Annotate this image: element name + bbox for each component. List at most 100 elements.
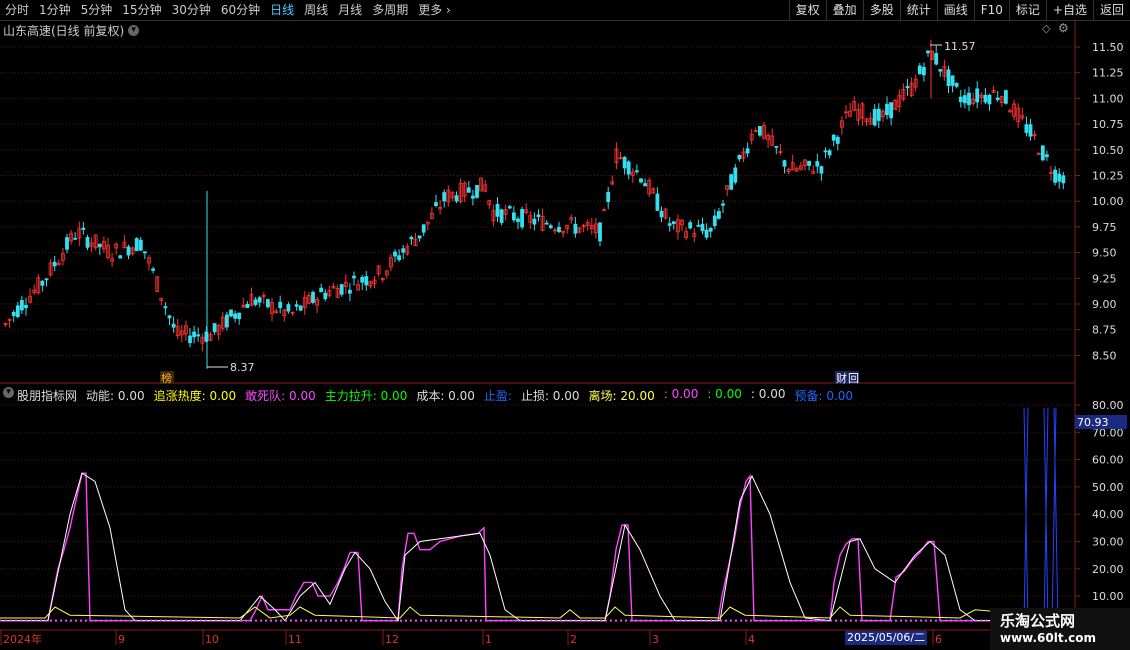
- candle: [807, 160, 811, 171]
- candle: [11, 310, 16, 323]
- candle: [991, 85, 996, 94]
- candle: [753, 127, 758, 133]
- indicator-current-value: 70.93: [1077, 416, 1109, 429]
- candle: [610, 175, 615, 186]
- bang-tag: 榜: [161, 371, 172, 385]
- indicator-tick-label: 20.00: [1092, 563, 1124, 576]
- candle: [290, 311, 295, 316]
- candle: [163, 302, 168, 316]
- cai-tag: 财: [836, 371, 847, 385]
- date-tick-label: 2024年: [3, 632, 42, 646]
- candle: [872, 103, 877, 127]
- indicator-field-0: 动能: 0.00: [86, 389, 145, 403]
- candle: [393, 249, 397, 263]
- candle: [532, 212, 537, 231]
- indicator-field-2: 敢死队: 0.00: [245, 389, 316, 403]
- candle: [811, 165, 816, 175]
- candle: [196, 327, 201, 342]
- date-tick-label: 3: [652, 633, 659, 646]
- candle: [265, 298, 270, 309]
- candle: [397, 249, 402, 262]
- candle: [548, 223, 553, 230]
- candle: [339, 283, 344, 297]
- candle: [487, 199, 492, 209]
- candle: [823, 147, 828, 159]
- candle: [188, 327, 192, 348]
- indicator-field-5: 止盈:: [483, 389, 512, 403]
- candle: [901, 83, 906, 102]
- candle: [1008, 108, 1012, 113]
- indicator-field-1: 追涨热度: 0.00: [153, 389, 237, 403]
- candle: [425, 221, 430, 231]
- candle: [126, 244, 131, 260]
- candle: [327, 285, 332, 298]
- candle: [183, 320, 188, 341]
- candle: [261, 292, 266, 305]
- candle: [122, 235, 127, 249]
- candle: [840, 116, 844, 135]
- candle: [708, 227, 713, 238]
- candle: [667, 217, 672, 232]
- candle: [212, 323, 217, 335]
- candle: [130, 246, 135, 256]
- candle: [278, 295, 283, 314]
- date-tick-label: 11: [288, 633, 302, 646]
- candle: [40, 279, 45, 292]
- candle: [512, 206, 516, 223]
- date-tick-label: 12: [385, 633, 399, 646]
- candle: [376, 265, 381, 277]
- candle: [729, 173, 734, 190]
- candle: [28, 288, 33, 304]
- candle: [368, 280, 373, 289]
- spike-bar: [1053, 407, 1059, 624]
- candle: [138, 236, 143, 252]
- candle: [229, 309, 233, 318]
- candle: [311, 290, 315, 305]
- candle: [598, 222, 602, 247]
- candle: [356, 279, 361, 291]
- candle: [69, 230, 73, 245]
- candle: [544, 219, 549, 225]
- price-tick-label: 9.25: [1092, 272, 1117, 285]
- candle: [995, 91, 1000, 102]
- candle: [388, 253, 393, 272]
- candle: [151, 266, 156, 274]
- candle: [528, 211, 533, 230]
- candle: [639, 177, 643, 184]
- indicator-dropdown-icon[interactable]: ▾: [3, 387, 14, 398]
- candle: [24, 297, 28, 316]
- date-tick-label: 4: [748, 633, 755, 646]
- candle: [483, 179, 488, 193]
- high-price-label: 11.57: [944, 40, 976, 53]
- candle: [770, 128, 775, 147]
- candle: [717, 207, 721, 220]
- candle: [110, 252, 114, 267]
- candle: [573, 216, 578, 238]
- candle: [446, 185, 451, 207]
- candle: [585, 219, 590, 231]
- candle: [553, 227, 557, 235]
- candle: [1057, 168, 1062, 189]
- spike-bar: [1051, 407, 1057, 624]
- indicator-field-8: : 0.00: [663, 387, 699, 401]
- price-tick-label: 11.50: [1092, 41, 1124, 54]
- candle: [450, 191, 455, 202]
- watermark-line2: www.60lt.com: [1000, 631, 1097, 645]
- candle: [999, 95, 1004, 107]
- candle: [557, 221, 561, 234]
- candle: [950, 75, 955, 93]
- candle: [1053, 166, 1057, 186]
- candle: [134, 237, 139, 252]
- candle: [19, 295, 24, 314]
- candle: [233, 310, 238, 323]
- candle: [704, 223, 709, 240]
- candle: [208, 331, 213, 341]
- candle: [1045, 150, 1049, 161]
- candle: [1040, 145, 1045, 162]
- candle: [782, 159, 787, 174]
- indicator-fields: 动能: 0.00 追涨热度: 0.00 敢死队: 0.00 主力拉升: 0.00 成本:…: [81, 387, 857, 404]
- candle: [954, 82, 959, 89]
- candle: [577, 227, 582, 234]
- price-chart: 11.50 11.25 11.00 10.75 10.50 10.25 10.00 9.75 9…: [0, 21, 1130, 646]
- candle: [692, 228, 697, 243]
